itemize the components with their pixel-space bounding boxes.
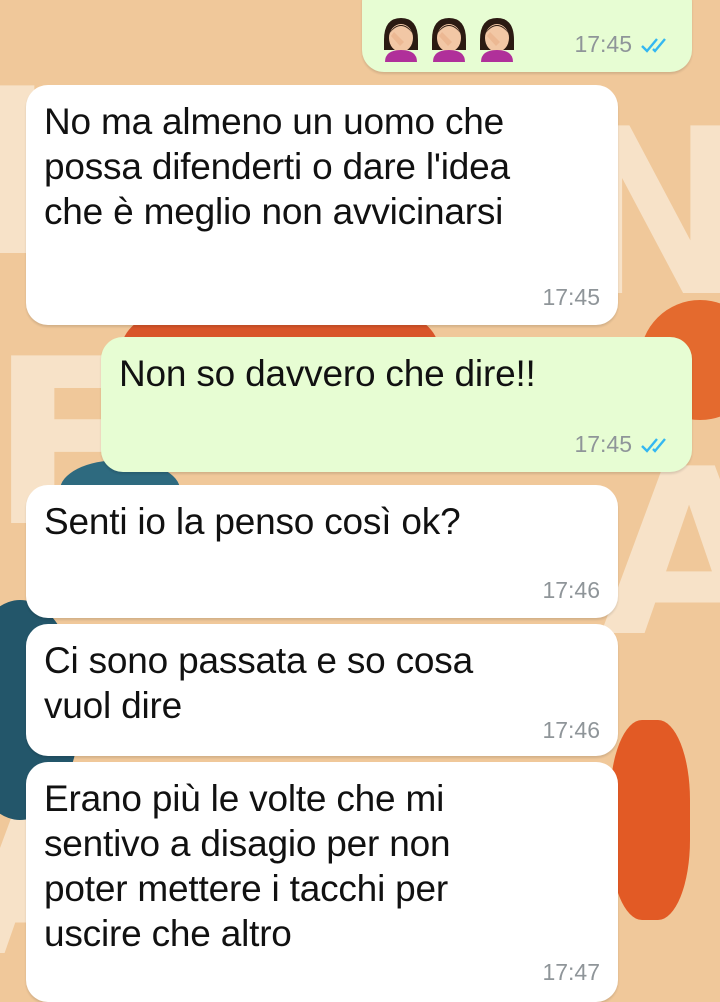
message-time: 17:45 [574,431,632,457]
message-time: 17:47 [542,959,600,985]
message-text: Senti io la penso così ok? [44,501,461,542]
message-bubble-incoming[interactable]: No ma almeno un uomo che possa difendert… [26,85,618,325]
message-bubble-outgoing[interactable]: 17:45 [362,0,692,72]
message-text: Erano più le volte che mi sentivo a disa… [44,778,451,954]
message-time: 17:46 [542,577,600,603]
message-text: No ma almeno un uomo che possa difendert… [44,101,510,232]
message-text: Ci sono passata e so cosa vuol dire [44,640,473,726]
chat-conversation: 17:45 No ma almeno un uomo che possa dif… [0,0,720,1002]
message-meta: 17:47 [542,959,600,986]
message-meta: 17:45 [542,284,600,311]
woman-facepalming-emoji [432,18,466,62]
message-bubble-outgoing[interactable]: Non so davvero che dire!! 17:45 [101,337,692,472]
woman-facepalming-emoji [480,18,514,62]
message-time: 17:45 [542,284,600,310]
message-meta: 17:45 [574,431,674,458]
message-meta: 17:46 [542,717,600,744]
message-bubble-incoming[interactable]: Erano più le volte che mi sentivo a disa… [26,762,618,1002]
woman-facepalming-emoji [384,18,418,62]
message-bubble-incoming[interactable]: Senti io la penso così ok? 17:46 [26,485,618,618]
message-meta: 17:46 [542,577,600,604]
message-time: 17:45 [574,31,632,57]
double-check-read-icon [641,437,666,453]
double-check-read-icon [641,37,666,53]
message-meta: 17:45 [574,31,674,58]
message-text: Non so davvero che dire!! [119,353,536,394]
message-bubble-incoming[interactable]: Ci sono passata e so cosa vuol dire 17:4… [26,624,618,756]
message-time: 17:46 [542,717,600,743]
